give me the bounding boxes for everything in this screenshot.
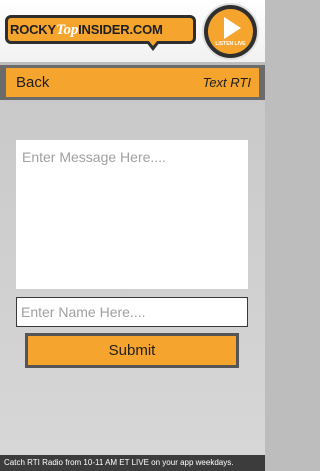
listen-live-label: LISTEN LIVE xyxy=(215,41,246,47)
nav-bar-frame: Back Text RTI xyxy=(0,65,265,100)
logo-text-mid: Top xyxy=(55,22,79,38)
site-logo-text: ROCKYTopINSIDER.COM xyxy=(10,21,192,39)
logo-text-right: INSIDER.COM xyxy=(78,22,163,37)
submit-button[interactable]: Submit xyxy=(25,333,239,368)
logo-text-left: ROCKY xyxy=(10,22,56,37)
submit-button-label: Submit xyxy=(108,342,156,359)
message-input[interactable] xyxy=(16,140,248,289)
listen-live-inner: LISTEN LIVE xyxy=(208,9,253,54)
nav-bar: Back Text RTI xyxy=(6,68,259,97)
news-ticker: Catch RTI Radio from 10-11 AM ET LIVE on… xyxy=(0,455,265,471)
name-input[interactable] xyxy=(16,297,248,327)
listen-live-button[interactable]: LISTEN LIVE xyxy=(202,3,259,60)
app-header: ROCKYTopINSIDER.COM LISTEN LIVE xyxy=(0,0,265,62)
logo-speech-tail-inner xyxy=(148,40,158,46)
back-button[interactable]: Back xyxy=(16,68,49,97)
play-icon xyxy=(224,17,241,39)
page-title: Text RTI xyxy=(202,75,251,90)
